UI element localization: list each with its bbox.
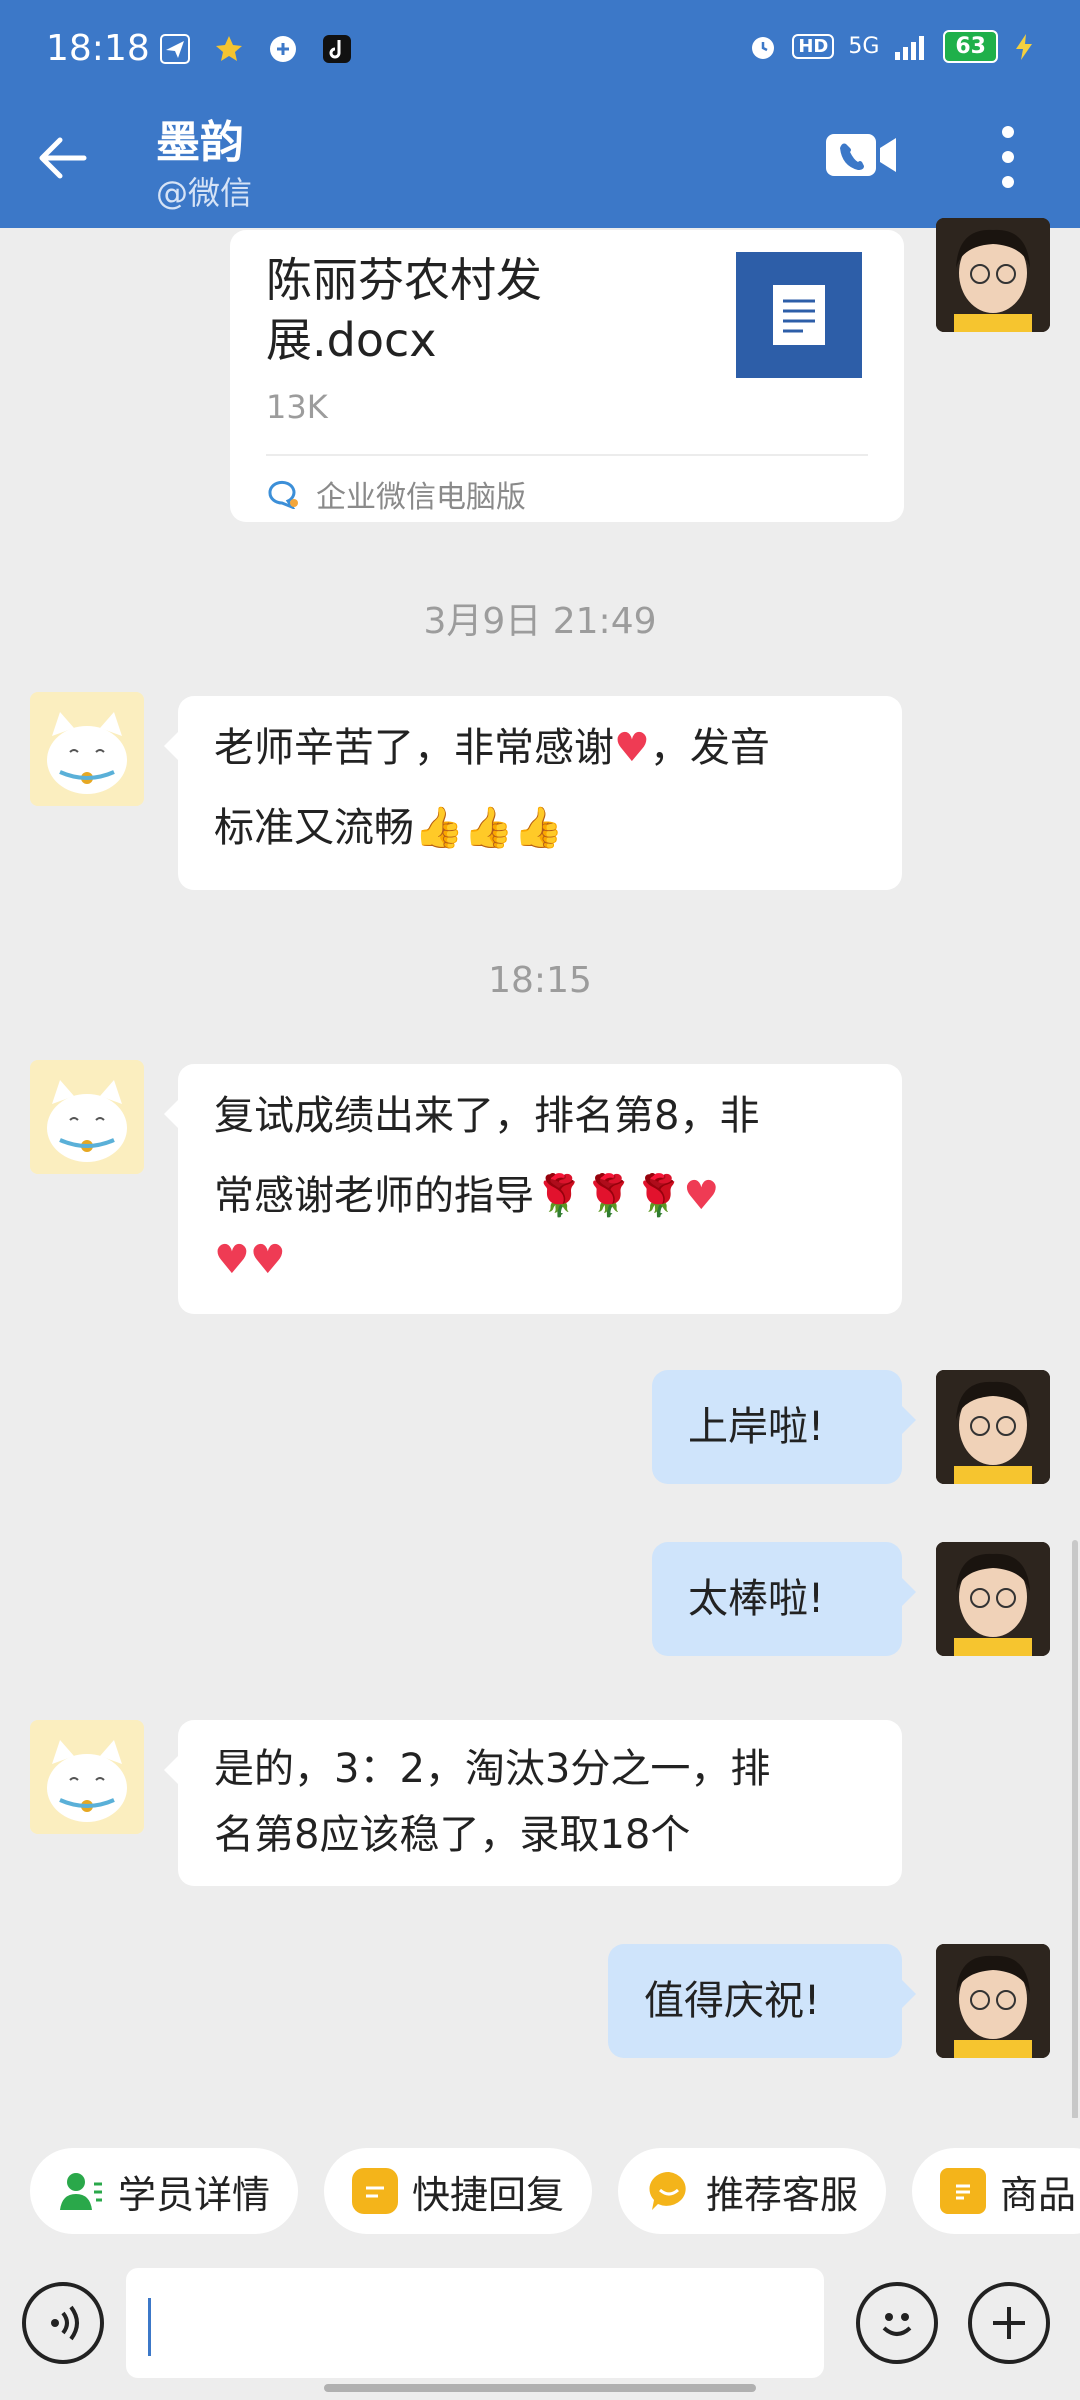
self-avatar[interactable] [936,1944,1050,2058]
star-icon [212,32,246,66]
timestamp: 18:15 [488,960,592,1001]
text-caret [148,2298,151,2356]
contact-avatar[interactable] [30,1720,144,1834]
timestamp: 3月9日 21:49 [423,601,657,642]
recommend-service-button[interactable]: 推荐客服 [618,2148,887,2234]
video-call-icon[interactable] [824,128,900,182]
message-line: 是的，3：2，淘汰3分之一，排 [214,1746,771,1792]
self-avatar[interactable] [936,218,1050,332]
tiktok-icon [320,32,354,66]
plus-icon[interactable] [968,2282,1050,2364]
heart-emoji: ♥♥ [214,1237,286,1283]
goods-icon [940,2168,986,2214]
scrollbar[interactable] [1072,1540,1078,2120]
word-document-icon [736,252,862,378]
voice-icon[interactable] [22,2282,104,2364]
status-time: 18:18 [46,28,150,69]
quick-reply-button[interactable]: 快捷回复 [324,2148,593,2234]
file-size: 13K [266,388,328,426]
back-arrow-icon[interactable] [34,128,94,188]
charging-icon [1016,33,1032,60]
contact-avatar[interactable] [30,1060,144,1174]
goods-button[interactable]: 商品 [912,2148,1080,2234]
paper-plane-icon [158,32,192,66]
chat-subtitle: @微信 [156,174,253,212]
message-bubble[interactable]: 复试成绩出来了，排名第8，非 常感谢老师的指导🌹🌹🌹♥ ♥♥ [164,1064,902,1314]
thumbs-up-emoji: 👍👍👍 [414,805,564,851]
student-details-button[interactable]: 学员详情 [30,2148,299,2234]
status-bar: 18:18 HD 5G 63 [0,0,1080,100]
message-line: 名第8应该稳了，录取18个 [214,1812,691,1858]
rose-emoji: 🌹🌹🌹 [534,1173,684,1219]
home-indicator[interactable] [324,2384,756,2392]
heart-emoji: ♥ [683,1173,720,1219]
user-icon [58,2168,104,2214]
file-card-divider [266,454,868,456]
battery-indicator: 63 [943,30,998,63]
self-avatar[interactable] [936,1370,1050,1484]
hd-badge: HD [792,34,835,59]
chat-header: 18:18 HD 5G 63 墨韵 @微信 [0,0,1080,228]
message-bubble[interactable]: 值得庆祝! [608,1944,916,2058]
self-avatar[interactable] [936,1542,1050,1656]
heart-emoji: ♥ [614,725,650,771]
alarm-icon [752,36,775,59]
chat-bubble-icon [646,2168,692,2214]
file-source: 企业微信电脑版 [266,472,526,516]
message-bubble[interactable]: 太棒啦! [652,1542,916,1656]
message-line: 复试成绩出来了，排名第8，非 [214,1093,760,1139]
quick-reply-icon [352,2168,398,2214]
contact-avatar[interactable] [30,692,144,806]
file-source-label: 企业微信电脑版 [316,480,526,515]
signal-bars-icon [895,35,925,60]
message-line: 标准又流畅👍👍👍 [214,805,564,851]
emoji-icon[interactable] [856,2282,938,2364]
message-bubble[interactable]: 老师辛苦了，非常感谢♥，发音 标准又流畅👍👍👍 [164,696,902,890]
chat-title: 墨韵 [156,117,244,168]
message-line: 老师辛苦了，非常感谢♥，发音 [214,725,770,771]
message-input[interactable] [126,2268,824,2378]
file-message-card[interactable]: 陈丽芬农村发展.docx 13K 企业微信电脑版 [230,230,904,522]
message-bubble[interactable]: 上岸啦! [652,1370,916,1484]
status-notification-icons [158,32,354,66]
quick-action-bar: 学员详情 快捷回复 推荐客服 商品 [0,2118,1080,2266]
more-options-icon[interactable] [990,122,1026,192]
input-bar [0,2266,1080,2400]
status-right-icons: HD 5G 63 [748,30,1036,63]
message-bubble[interactable]: 是的，3：2，淘汰3分之一，排 名第8应该稳了，录取18个 [164,1720,902,1886]
signal-label: 5G [848,34,880,59]
file-name: 陈丽芬农村发展.docx [266,253,542,367]
app-circle-icon [266,32,300,66]
wecom-icon [268,480,298,509]
